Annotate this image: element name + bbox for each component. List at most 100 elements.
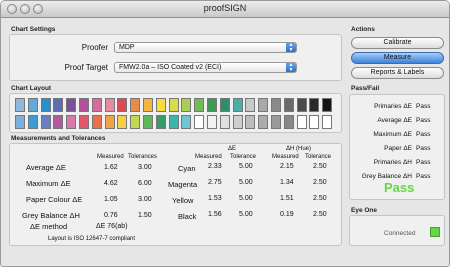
color-patch: [15, 115, 25, 129]
color-patch: [104, 98, 115, 112]
pf-label-primaries-dh: Primaries ΔH: [373, 159, 412, 166]
paper-measured: 1.05: [104, 196, 118, 203]
color-patch: [91, 98, 102, 112]
color-patch: [309, 115, 320, 129]
color-patch: [40, 98, 51, 112]
color-patch: [283, 98, 294, 112]
chart-layout-panel: [9, 93, 342, 133]
compliance-note: Layout is ISO 12647-7 compliant: [48, 236, 136, 242]
measurements-heading: Measurements and Tolerances: [11, 135, 106, 142]
proofer-label: Proofer: [81, 43, 108, 52]
row-label-paper: Paper Colour ΔE: [26, 195, 83, 204]
ink-label-yellow: Yellow: [172, 196, 194, 205]
paper-tolerance: 3.00: [138, 196, 152, 203]
reports-labels-button[interactable]: Reports & Labels: [351, 67, 444, 79]
yellow-de-tolerance: 5.00: [239, 195, 253, 202]
color-patch: [143, 98, 153, 112]
de-method-label: ΔE method: [30, 222, 68, 231]
pf-value-primaries-dh: Pass: [416, 159, 431, 166]
chart-layout-heading: Chart Layout: [11, 85, 52, 92]
grey-balance-tolerance: 1.50: [138, 212, 152, 219]
color-patch: [181, 98, 192, 112]
yellow-dh-measured: 1.51: [280, 195, 294, 202]
color-patch: [168, 115, 179, 129]
color-patch: [27, 115, 38, 129]
ink-label-magenta: Magenta: [168, 180, 198, 189]
pf-value-grey-balance-dh: Pass: [416, 173, 431, 180]
select-arrows-icon: ▲ ▼: [286, 43, 296, 52]
de-heading: ΔE: [228, 146, 237, 152]
color-patch: [27, 98, 38, 112]
actions-heading: Actions: [351, 26, 375, 33]
color-patch: [130, 115, 141, 129]
pf-value-average-de: Pass: [416, 117, 431, 124]
color-patch: [296, 98, 307, 112]
average-measured: 1.62: [104, 164, 118, 171]
color-patch: [271, 98, 281, 112]
col-tolerance-de: Tolerance: [230, 154, 257, 160]
color-patch: [245, 98, 256, 112]
color-patch: [322, 115, 333, 129]
calibrate-button[interactable]: Calibrate: [351, 37, 444, 49]
color-patch: [309, 98, 320, 112]
pf-value-maximum-de: Pass: [416, 131, 431, 138]
pass-fail-panel: Primaries ΔE Pass Average ΔE Pass Maximu…: [349, 94, 445, 200]
proof-target-label: Proof Target: [64, 63, 108, 72]
cyan-de-tolerance: 5.00: [239, 163, 253, 170]
cyan-dh-tolerance: 2.50: [313, 163, 327, 170]
col-measured-de: Measured: [195, 154, 222, 160]
color-patch: [66, 115, 77, 129]
grey-balance-measured: 0.76: [104, 212, 118, 219]
magenta-de-tolerance: 5.00: [239, 179, 253, 186]
color-patch: [296, 115, 307, 129]
color-patch: [130, 98, 141, 112]
black-de-measured: 1.56: [208, 211, 222, 218]
row-label-maximum: Maximum ΔE: [26, 179, 71, 188]
color-patch: [322, 98, 333, 112]
proofer-value: MDP: [119, 44, 135, 51]
measure-button[interactable]: Measure: [351, 52, 444, 64]
row-label-average: Average ΔE: [26, 163, 66, 172]
pf-value-paper-de: Pass: [416, 145, 431, 152]
col-tolerances: Tolerances: [128, 154, 158, 160]
cyan-de-measured: 2.33: [208, 163, 222, 170]
pf-label-paper-de: Paper ΔE: [384, 145, 412, 152]
select-arrows-icon: ▲ ▼: [286, 63, 296, 72]
eye-one-heading: Eye One: [351, 207, 378, 214]
color-patch: [207, 115, 217, 129]
color-patch: [232, 98, 243, 112]
window-title: proofSIGN: [203, 3, 247, 13]
pass-fail-heading: Pass/Fail: [351, 85, 380, 92]
maximum-measured: 4.62: [104, 180, 118, 187]
color-patch: [194, 115, 205, 129]
color-patch: [181, 115, 192, 129]
color-patch: [283, 115, 294, 129]
col-measured: Measured: [97, 154, 124, 160]
color-patch: [117, 98, 128, 112]
connected-indicator-icon: [430, 227, 440, 237]
pf-label-grey-balance-dh: Grey Balance ΔH: [361, 173, 412, 180]
col-tolerance-dh: Tolerance: [305, 154, 332, 160]
color-patch: [79, 115, 89, 129]
cyan-dh-measured: 2.15: [280, 163, 294, 170]
color-patch: [15, 98, 25, 112]
measurements-panel: Measured Tolerances Average ΔE 1.62 3.00…: [9, 143, 342, 246]
black-de-tolerance: 5.00: [239, 211, 253, 218]
color-patch: [207, 98, 217, 112]
color-patch: [155, 98, 166, 112]
color-patch: [66, 98, 77, 112]
proof-target-select[interactable]: FMW2.0a – ISO Coated v2 (ECI) ▲ ▼: [114, 62, 297, 73]
color-patch: [104, 115, 115, 129]
color-patch: [53, 98, 64, 112]
color-patch: [258, 115, 269, 129]
color-patch: [91, 115, 102, 129]
row-label-grey-balance: Grey Balance ΔH: [22, 211, 80, 220]
chart-settings-heading: Chart Settings: [11, 26, 56, 33]
proofer-select[interactable]: MDP ▲ ▼: [114, 42, 297, 53]
pf-label-average-de: Average ΔE: [377, 117, 412, 124]
color-patch: [143, 115, 153, 129]
yellow-de-measured: 1.53: [208, 195, 222, 202]
magenta-de-measured: 2.75: [208, 179, 222, 186]
color-patch: [53, 115, 64, 129]
color-patch: [219, 98, 230, 112]
